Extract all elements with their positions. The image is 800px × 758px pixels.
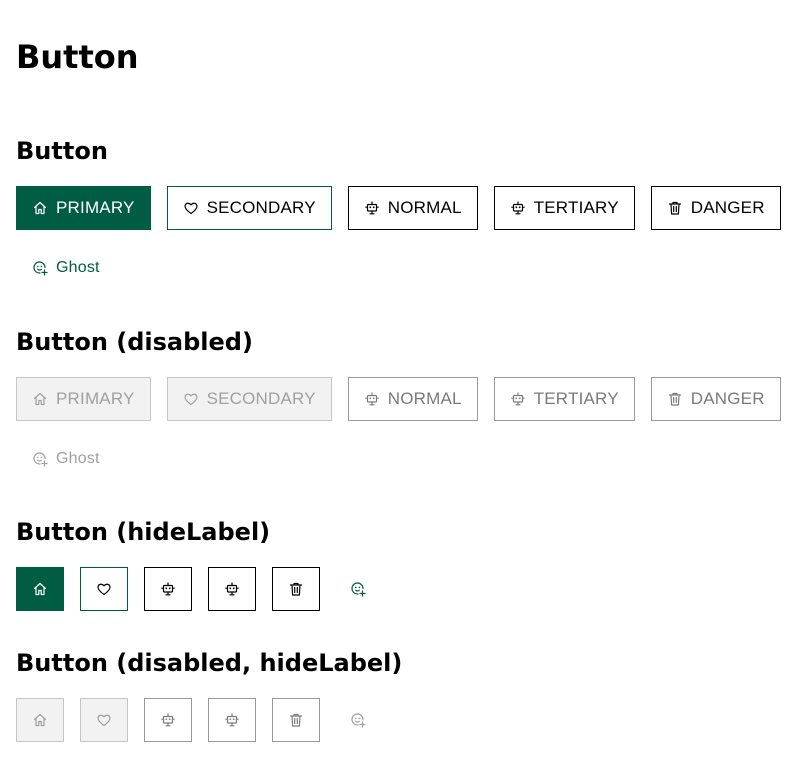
heart-icon bbox=[96, 712, 112, 728]
robot-icon bbox=[160, 581, 176, 597]
secondary-icon-button[interactable] bbox=[80, 567, 128, 611]
normal-icon-button[interactable] bbox=[144, 567, 192, 611]
primary-button-disabled: PRIMARY bbox=[16, 377, 151, 421]
face-add-icon bbox=[350, 712, 366, 728]
section-title-button: Button bbox=[16, 137, 108, 165]
ghost-row: Ghost bbox=[16, 246, 116, 290]
danger-icon-button[interactable] bbox=[272, 567, 320, 611]
ghost-row-disabled: Ghost bbox=[16, 437, 116, 481]
robot-icon bbox=[510, 200, 526, 216]
danger-button-disabled: DANGER bbox=[650, 377, 781, 421]
home-icon bbox=[32, 581, 48, 597]
button-label: DANGER bbox=[690, 198, 765, 217]
ghost-icon-button[interactable] bbox=[336, 567, 380, 611]
button-label: PRIMARY bbox=[56, 198, 135, 217]
button-label: NORMAL bbox=[387, 198, 462, 217]
trash-icon bbox=[667, 200, 683, 216]
primary-icon-button-disabled bbox=[16, 698, 64, 742]
button-label: NORMAL bbox=[387, 389, 462, 408]
button-label: DANGER bbox=[690, 389, 765, 408]
heart-icon bbox=[183, 200, 199, 216]
tertiary-button-disabled: TERTIARY bbox=[493, 377, 635, 421]
tertiary-icon-button[interactable] bbox=[208, 567, 256, 611]
ghost-icon-button-disabled bbox=[336, 698, 380, 742]
button-label: Ghost bbox=[56, 450, 100, 467]
danger-icon-button-disabled bbox=[272, 698, 320, 742]
normal-button-disabled: NORMAL bbox=[347, 377, 478, 421]
face-add-icon bbox=[32, 260, 48, 276]
ghost-button-disabled: Ghost bbox=[16, 437, 116, 481]
primary-button[interactable]: PRIMARY bbox=[16, 186, 151, 230]
section-title-button-disabled: Button (disabled) bbox=[16, 328, 253, 356]
page-title: Button bbox=[16, 38, 139, 76]
trash-icon bbox=[288, 712, 304, 728]
button-label: TERTIARY bbox=[533, 198, 619, 217]
primary-icon-button[interactable] bbox=[16, 567, 64, 611]
home-icon bbox=[32, 391, 48, 407]
secondary-icon-button-disabled bbox=[80, 698, 128, 742]
robot-icon bbox=[224, 581, 240, 597]
face-add-icon bbox=[32, 451, 48, 467]
section-title-button-hidelabel: Button (hideLabel) bbox=[16, 518, 271, 546]
button-label: TERTIARY bbox=[533, 389, 619, 408]
face-add-icon bbox=[350, 581, 366, 597]
tertiary-icon-button-disabled bbox=[208, 698, 256, 742]
ghost-button[interactable]: Ghost bbox=[16, 246, 116, 290]
robot-icon bbox=[510, 391, 526, 407]
secondary-button-disabled: SECONDARY bbox=[166, 377, 332, 421]
trash-icon bbox=[667, 391, 683, 407]
robot-icon bbox=[224, 712, 240, 728]
robot-icon bbox=[364, 391, 380, 407]
danger-button[interactable]: DANGER bbox=[650, 186, 781, 230]
button-label: PRIMARY bbox=[56, 389, 135, 408]
secondary-button[interactable]: SECONDARY bbox=[166, 186, 332, 230]
button-label: Ghost bbox=[56, 259, 100, 276]
disabled-icon-button-row bbox=[16, 698, 380, 742]
button-label: SECONDARY bbox=[206, 198, 316, 217]
normal-button[interactable]: NORMAL bbox=[347, 186, 478, 230]
normal-icon-button-disabled bbox=[144, 698, 192, 742]
icon-button-row bbox=[16, 567, 380, 611]
trash-icon bbox=[288, 581, 304, 597]
tertiary-button[interactable]: TERTIARY bbox=[493, 186, 635, 230]
section-title-button-disabled-hidelabel: Button (disabled, hideLabel) bbox=[16, 649, 403, 677]
robot-icon bbox=[160, 712, 176, 728]
disabled-button-row: PRIMARY SECONDARY NORMAL TERTIARY DANGER bbox=[16, 377, 781, 421]
robot-icon bbox=[364, 200, 380, 216]
heart-icon bbox=[183, 391, 199, 407]
home-icon bbox=[32, 200, 48, 216]
button-label: SECONDARY bbox=[206, 389, 316, 408]
button-row: PRIMARY SECONDARY NORMAL TERTIARY DANGER bbox=[16, 186, 781, 230]
home-icon bbox=[32, 712, 48, 728]
heart-icon bbox=[96, 581, 112, 597]
